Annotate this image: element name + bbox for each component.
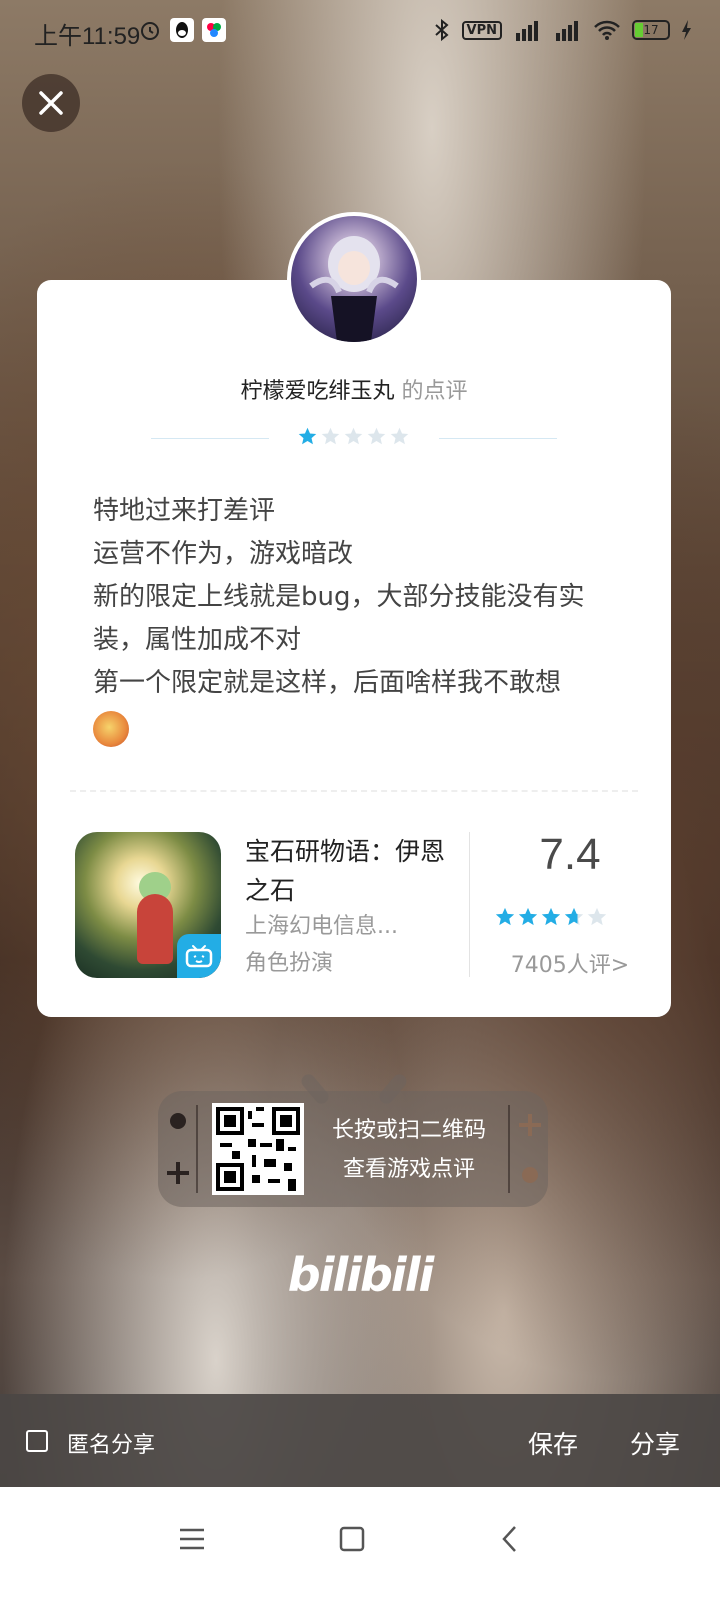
share-button[interactable]: 分享: [630, 1425, 680, 1461]
share-action-bar: 匿名分享 保存 分享: [0, 1394, 720, 1487]
signal-icon: [556, 21, 578, 41]
save-button[interactable]: 保存: [528, 1425, 578, 1461]
qr-line: 查看游戏点评: [342, 1157, 475, 1182]
review-stars: [297, 426, 410, 447]
bilibili-logo: bilibili: [287, 1248, 434, 1302]
star-empty-icon: [390, 427, 409, 445]
close-button[interactable]: [22, 74, 80, 132]
dot-icon: [170, 1113, 186, 1129]
dot-icon: [522, 1167, 538, 1183]
review-line: 第一个限定就是这样，后面啥样我不敢想: [93, 668, 562, 698]
star-empty-icon: [321, 427, 340, 445]
battery-icon: 17: [632, 20, 670, 40]
anonymous-label[interactable]: 匿名分享: [67, 1427, 155, 1459]
bilibili-badge-icon: [177, 934, 221, 978]
wifi-icon: [594, 20, 620, 40]
qr-instructions: 长按或扫二维码 查看游戏点评: [318, 1111, 500, 1189]
emoji-sticker: [93, 711, 129, 747]
qr-panel[interactable]: 长按或扫二维码 查看游戏点评: [158, 1091, 548, 1207]
reviewer-suffix: 的点评: [401, 379, 468, 404]
review-line: 运营不作为，游戏暗改: [93, 539, 354, 569]
review-card: 柠檬爱吃绯玉丸 的点评 特地过来打差评 运营不作为，游戏暗改 新的限定上线就是b…: [37, 280, 671, 1017]
review-line: 特地过来打差评: [93, 496, 276, 526]
app-notification-icon: [202, 18, 226, 42]
star-filled-icon: [298, 427, 317, 445]
review-rating: [37, 426, 671, 450]
close-icon: [39, 91, 63, 115]
qr-code-image: [216, 1107, 300, 1191]
rating-divider-left: [151, 438, 269, 439]
battery-level: 17: [643, 23, 659, 37]
signal-hd-icon: [516, 21, 538, 41]
menu-icon[interactable]: [178, 1525, 206, 1553]
reviewer-username[interactable]: 柠檬爱吃绯玉丸: [240, 379, 394, 404]
star-empty-icon: [344, 427, 363, 445]
card-divider: [70, 790, 638, 792]
game-developer: 上海幻电信息...: [245, 914, 398, 939]
star-empty-icon: [587, 907, 607, 926]
rating-count-link[interactable]: 7405人评>: [470, 947, 670, 979]
game-score: 7.4: [539, 830, 601, 879]
status-bar: 上午11:59 VPN 17: [0, 0, 720, 66]
rating-divider-right: [439, 438, 557, 439]
game-icon[interactable]: [75, 832, 221, 978]
star-half-icon: [564, 907, 584, 926]
qr-line: 长按或扫二维码: [331, 1118, 486, 1143]
bluetooth-icon: [434, 18, 449, 42]
game-score-stars: [494, 906, 608, 928]
star-filled-icon: [541, 907, 561, 926]
review-line: 新的限定上线就是bug，大部分技能没有实装，属性加成不对: [93, 582, 585, 655]
star-filled-icon: [495, 907, 515, 926]
plus-icon: [519, 1114, 541, 1136]
game-name[interactable]: 宝石研物语：伊恩之石: [245, 832, 445, 910]
status-time: 上午11:59: [34, 23, 141, 50]
plus-icon: [167, 1162, 189, 1184]
reviewer-name: 柠檬爱吃绯玉丸 的点评: [37, 373, 671, 405]
vpn-badge: VPN: [461, 20, 502, 40]
alarm-icon: [141, 22, 159, 40]
status-icons: VPN 17: [432, 18, 692, 42]
reviewer-avatar[interactable]: [287, 212, 421, 346]
anonymous-checkbox[interactable]: [26, 1430, 48, 1452]
system-nav-bar: [0, 1487, 720, 1600]
qr-code[interactable]: [212, 1103, 304, 1195]
qq-icon: [170, 18, 194, 42]
star-filled-icon: [518, 907, 538, 926]
star-empty-icon: [367, 427, 386, 445]
back-icon[interactable]: [500, 1525, 520, 1553]
game-category: 角色扮演: [245, 951, 334, 976]
home-icon[interactable]: [339, 1525, 365, 1553]
charging-icon: [682, 20, 691, 40]
review-text: 特地过来打差评 运营不作为，游戏暗改 新的限定上线就是bug，大部分技能没有实装…: [93, 490, 623, 747]
